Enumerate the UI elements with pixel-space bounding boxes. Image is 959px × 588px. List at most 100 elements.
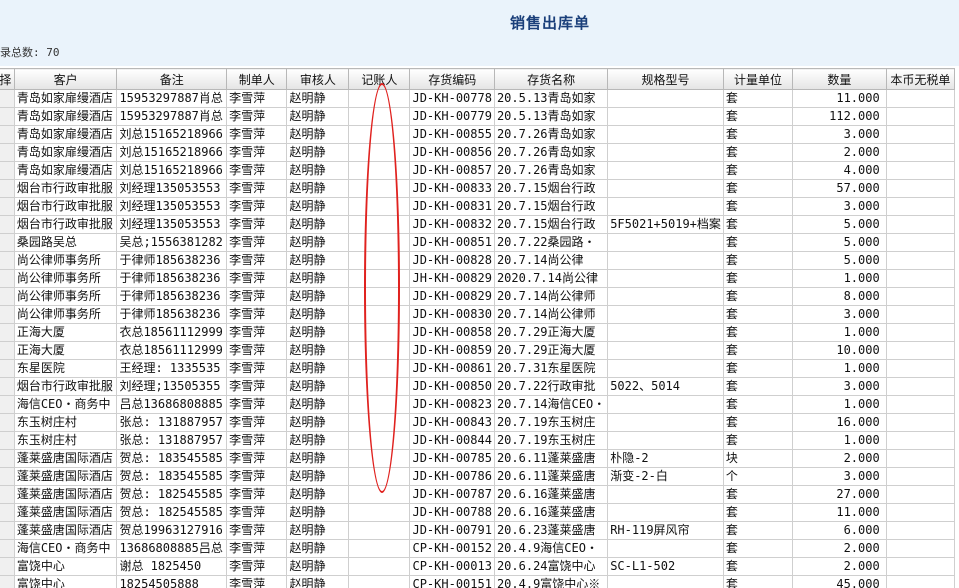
spec-cell[interactable] bbox=[607, 107, 724, 126]
column-header-quantity[interactable]: 数量 bbox=[792, 68, 887, 90]
item-name-cell[interactable]: 20.7.26青岛如家 bbox=[493, 143, 609, 162]
bookkeeper-cell[interactable] bbox=[348, 287, 411, 306]
spec-cell[interactable] bbox=[607, 575, 724, 588]
unit-cell[interactable]: 套 bbox=[722, 395, 794, 414]
item-name-cell[interactable]: 20.7.15烟台行政 bbox=[493, 179, 609, 198]
unit-cell[interactable]: 套 bbox=[722, 341, 794, 360]
auditor-cell[interactable]: 赵明静 bbox=[286, 521, 350, 540]
auditor-cell[interactable]: 赵明静 bbox=[286, 395, 350, 414]
item-code-cell[interactable]: JD-KH-00850 bbox=[409, 377, 495, 396]
table-row[interactable]: 青岛如家扉缦酒店 刘总15165218966 李雪萍 赵明静 JD-KH-00855 20… bbox=[0, 125, 956, 144]
table-row[interactable]: 蓬莱盛唐国际酒店 贺总: 183545585 李雪萍 赵明静 JD-KH-00785 20… bbox=[0, 449, 956, 468]
maker-cell[interactable]: 李雪萍 bbox=[226, 557, 288, 576]
unit-cell[interactable]: 套 bbox=[722, 125, 794, 144]
row-select-cell[interactable] bbox=[0, 431, 15, 450]
column-header-bookkeeper[interactable]: 记账人 bbox=[348, 68, 411, 90]
unit-cell[interactable]: 套 bbox=[722, 575, 794, 588]
spec-cell[interactable] bbox=[607, 269, 724, 288]
maker-cell[interactable]: 李雪萍 bbox=[226, 125, 288, 144]
remark-cell[interactable]: 于律师185638236 bbox=[116, 251, 228, 270]
unit-cell[interactable]: 套 bbox=[722, 179, 794, 198]
bookkeeper-cell[interactable] bbox=[348, 143, 411, 162]
price-cell[interactable] bbox=[885, 305, 956, 324]
auditor-cell[interactable]: 赵明静 bbox=[286, 143, 350, 162]
remark-cell[interactable]: 张总: 131887957 bbox=[116, 431, 228, 450]
table-row[interactable]: 蓬莱盛唐国际酒店 贺总: 183545585 李雪萍 赵明静 JD-KH-00786 20… bbox=[0, 467, 956, 486]
maker-cell[interactable]: 李雪萍 bbox=[226, 287, 288, 306]
item-name-cell[interactable]: 20.7.31东星医院 bbox=[493, 359, 609, 378]
quantity-cell[interactable]: 11.000 bbox=[792, 503, 887, 522]
unit-cell[interactable]: 套 bbox=[722, 233, 794, 252]
row-select-cell[interactable] bbox=[0, 197, 15, 216]
spec-cell[interactable] bbox=[607, 143, 724, 162]
customer-cell[interactable]: 海信CEO・商务中 bbox=[13, 539, 118, 558]
remark-cell[interactable]: 贺总: 182545585 bbox=[116, 485, 228, 504]
unit-cell[interactable]: 套 bbox=[722, 521, 794, 540]
remark-cell[interactable]: 15953297887肖总 bbox=[116, 107, 228, 126]
row-select-cell[interactable] bbox=[0, 143, 15, 162]
item-name-cell[interactable]: 20.6.11蓬莱盛唐 bbox=[493, 467, 609, 486]
table-row[interactable]: 正海大厦 衣总18561112999 李雪萍 赵明静 JD-KH-00859 20.7.2… bbox=[0, 341, 956, 360]
remark-cell[interactable]: 谢总 1825450 bbox=[116, 557, 228, 576]
unit-cell[interactable]: 套 bbox=[722, 161, 794, 180]
column-header-unit[interactable]: 计量单位 bbox=[722, 68, 794, 90]
table-row[interactable]: 尚公律师事务所 于律师185638236 李雪萍 赵明静 JD-KH-00830 20.7… bbox=[0, 305, 956, 324]
row-select-cell[interactable] bbox=[0, 467, 15, 486]
remark-cell[interactable]: 13686808885吕总 bbox=[116, 539, 228, 558]
spec-cell[interactable] bbox=[607, 485, 724, 504]
bookkeeper-cell[interactable] bbox=[348, 89, 411, 108]
item-code-cell[interactable]: CP-KH-00152 bbox=[409, 539, 495, 558]
unit-cell[interactable]: 个 bbox=[722, 467, 794, 486]
quantity-cell[interactable]: 1.000 bbox=[792, 395, 887, 414]
remark-cell[interactable]: 于律师185638236 bbox=[116, 269, 228, 288]
auditor-cell[interactable]: 赵明静 bbox=[286, 287, 350, 306]
remark-cell[interactable]: 刘经理;13505355 bbox=[116, 377, 228, 396]
column-header-remark[interactable]: 备注 bbox=[116, 68, 228, 90]
quantity-cell[interactable]: 5.000 bbox=[792, 215, 887, 234]
customer-cell[interactable]: 尚公律师事务所 bbox=[13, 287, 118, 306]
spec-cell[interactable] bbox=[607, 323, 724, 342]
item-code-cell[interactable]: JD-KH-00856 bbox=[409, 143, 495, 162]
unit-cell[interactable]: 套 bbox=[722, 377, 794, 396]
item-name-cell[interactable]: 20.7.15烟台行政 bbox=[493, 197, 609, 216]
quantity-cell[interactable]: 3.000 bbox=[792, 197, 887, 216]
auditor-cell[interactable]: 赵明静 bbox=[286, 359, 350, 378]
item-code-cell[interactable]: JD-KH-00859 bbox=[409, 341, 495, 360]
item-name-cell[interactable]: 20.6.24富饶中心 bbox=[493, 557, 609, 576]
spec-cell[interactable]: 5022、5014 bbox=[607, 377, 724, 396]
maker-cell[interactable]: 李雪萍 bbox=[226, 143, 288, 162]
item-code-cell[interactable]: JD-KH-00857 bbox=[409, 161, 495, 180]
column-header-item-name[interactable]: 存货名称 bbox=[493, 68, 609, 90]
remark-cell[interactable]: 衣总18561112999 bbox=[116, 341, 228, 360]
table-row[interactable]: 尚公律师事务所 于律师185638236 李雪萍 赵明静 JD-KH-00829 20.7… bbox=[0, 287, 956, 306]
item-name-cell[interactable]: 20.4.9富饶中心※ bbox=[493, 575, 609, 588]
bookkeeper-cell[interactable] bbox=[348, 125, 411, 144]
customer-cell[interactable]: 青岛如家扉缦酒店 bbox=[13, 107, 118, 126]
maker-cell[interactable]: 李雪萍 bbox=[226, 503, 288, 522]
bookkeeper-cell[interactable] bbox=[348, 413, 411, 432]
quantity-cell[interactable]: 57.000 bbox=[792, 179, 887, 198]
maker-cell[interactable]: 李雪萍 bbox=[226, 413, 288, 432]
item-code-cell[interactable]: JD-KH-00843 bbox=[409, 413, 495, 432]
item-code-cell[interactable]: JD-KH-00833 bbox=[409, 179, 495, 198]
maker-cell[interactable]: 李雪萍 bbox=[226, 431, 288, 450]
price-cell[interactable] bbox=[885, 287, 956, 306]
quantity-cell[interactable]: 3.000 bbox=[792, 125, 887, 144]
auditor-cell[interactable]: 赵明静 bbox=[286, 575, 350, 588]
table-row[interactable]: 青岛如家扉缦酒店 15953297887肖总 李雪萍 赵明静 JD-KH-00778 20… bbox=[0, 89, 956, 108]
unit-cell[interactable]: 套 bbox=[722, 215, 794, 234]
customer-cell[interactable]: 蓬莱盛唐国际酒店 bbox=[13, 467, 118, 486]
bookkeeper-cell[interactable] bbox=[348, 107, 411, 126]
remark-cell[interactable]: 贺总: 182545585 bbox=[116, 503, 228, 522]
bookkeeper-cell[interactable] bbox=[348, 575, 411, 588]
auditor-cell[interactable]: 赵明静 bbox=[286, 125, 350, 144]
quantity-cell[interactable]: 45.000 bbox=[792, 575, 887, 588]
price-cell[interactable] bbox=[885, 341, 956, 360]
spec-cell[interactable] bbox=[607, 413, 724, 432]
bookkeeper-cell[interactable] bbox=[348, 377, 411, 396]
item-code-cell[interactable]: JD-KH-00829 bbox=[409, 287, 495, 306]
remark-cell[interactable]: 贺总19963127916 bbox=[116, 521, 228, 540]
item-name-cell[interactable]: 20.4.9海信CEO・ bbox=[493, 539, 609, 558]
quantity-cell[interactable]: 2.000 bbox=[792, 449, 887, 468]
row-select-cell[interactable] bbox=[0, 539, 15, 558]
